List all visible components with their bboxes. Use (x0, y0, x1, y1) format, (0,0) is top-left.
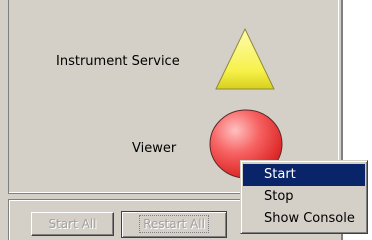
context-menu: Start Stop Show Console (240, 160, 368, 234)
viewer-label: Viewer (132, 141, 177, 156)
instrument-service-label: Instrument Service (56, 54, 180, 69)
restart-all-label: Restart All (139, 215, 209, 233)
warning-triangle-icon[interactable] (214, 27, 276, 91)
menu-item-show-console[interactable]: Show Console (243, 208, 365, 230)
menu-item-start[interactable]: Start (243, 164, 365, 186)
start-all-button[interactable]: Start All (31, 212, 114, 236)
restart-all-button[interactable]: Restart All (121, 211, 227, 238)
menu-item-stop[interactable]: Stop (243, 186, 365, 208)
